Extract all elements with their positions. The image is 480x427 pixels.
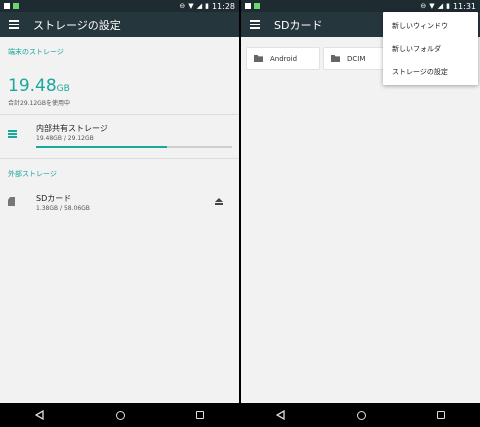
page-title: SDカード xyxy=(274,18,323,32)
menu-item-storage-settings[interactable]: ストレージの設定 xyxy=(383,60,478,83)
menu-item-new-window[interactable]: 新しいウィンドウ xyxy=(383,14,478,37)
navigation-bar xyxy=(241,403,480,427)
list-icon xyxy=(8,130,17,138)
app-notification-icon xyxy=(13,3,19,9)
app-bar: ストレージの設定 xyxy=(0,12,239,37)
internal-storage-usage: 19.48GB / 29.12GB xyxy=(36,135,94,142)
overflow-menu: 新しいウィンドウ 新しいフォルダ ストレージの設定 xyxy=(383,12,478,85)
menu-item-new-folder[interactable]: 新しいフォルダ xyxy=(383,37,478,60)
menu-icon[interactable] xyxy=(9,20,19,29)
signal-icon: ◢ xyxy=(437,1,444,10)
signal-icon: ◢ xyxy=(196,1,203,10)
notification-icon xyxy=(4,3,10,9)
back-icon[interactable] xyxy=(35,410,45,420)
right-screen: ⊖ ▼ ◢ ▮ 11:31 SDカード Android DCIM 新しいウィンド… xyxy=(241,0,480,427)
menu-icon[interactable] xyxy=(250,20,260,29)
navigation-bar xyxy=(0,403,239,427)
wifi-icon: ▼ xyxy=(188,1,194,10)
internal-storage-title: 内部共有ストレージ xyxy=(36,124,108,133)
sd-card-usage: 1.38GB / 58.06GB xyxy=(36,205,90,212)
external-storage-header: 外部ストレージ xyxy=(8,170,57,178)
do-not-disturb-icon: ⊖ xyxy=(420,1,427,10)
app-notification-icon xyxy=(254,3,260,9)
wifi-icon: ▼ xyxy=(429,1,435,10)
page-title: ストレージの設定 xyxy=(33,18,121,32)
internal-storage-progress xyxy=(36,146,232,148)
recents-icon[interactable] xyxy=(195,411,204,419)
notification-icon xyxy=(245,3,251,9)
device-storage-header: 端末のストレージ xyxy=(8,48,64,56)
do-not-disturb-icon: ⊖ xyxy=(179,1,186,10)
total-used-unit: GB xyxy=(56,84,70,94)
folder-icon xyxy=(331,55,340,62)
battery-icon: ▮ xyxy=(205,1,209,10)
status-time: 11:28 xyxy=(211,1,235,11)
eject-icon[interactable] xyxy=(215,198,223,205)
home-icon[interactable] xyxy=(115,410,125,420)
folder-name: DCIM xyxy=(347,54,366,63)
sd-card-icon xyxy=(8,197,15,206)
folder-android[interactable]: Android xyxy=(246,47,320,70)
list-icon-wrapper xyxy=(8,130,17,138)
divider xyxy=(0,158,239,159)
internal-storage-progress-fill xyxy=(36,146,168,148)
folder-name: Android xyxy=(270,54,298,63)
total-used-subtitle: 合計29.12GBを使用中 xyxy=(8,100,70,107)
sd-card-title: SDカード xyxy=(36,194,72,203)
left-screen: ⊖ ▼ ◢ ▮ 11:28 ストレージの設定 端末のストレージ 19.48GB … xyxy=(0,0,239,427)
home-icon[interactable] xyxy=(356,410,366,420)
status-bar: ⊖ ▼ ◢ ▮ 11:28 xyxy=(0,0,239,12)
recents-icon[interactable] xyxy=(436,411,445,419)
folder-icon xyxy=(254,55,263,62)
status-bar: ⊖ ▼ ◢ ▮ 11:31 xyxy=(241,0,480,12)
sd-card-icon-wrapper xyxy=(8,197,15,206)
storage-settings-content: 端末のストレージ 19.48GB 合計29.12GBを使用中 内部共有ストレージ… xyxy=(0,37,239,403)
total-used-value: 19.48GB xyxy=(8,76,70,96)
battery-icon: ▮ xyxy=(446,1,450,10)
back-icon[interactable] xyxy=(276,410,286,420)
total-used-number: 19.48 xyxy=(8,76,57,96)
status-time: 11:31 xyxy=(452,1,476,11)
divider xyxy=(0,114,239,115)
internal-storage-row[interactable]: 内部共有ストレージ 19.48GB / 29.12GB xyxy=(0,117,239,153)
sd-card-row[interactable]: SDカード 1.38GB / 58.06GB xyxy=(0,187,239,217)
folder-browser-content: Android DCIM xyxy=(241,37,480,403)
